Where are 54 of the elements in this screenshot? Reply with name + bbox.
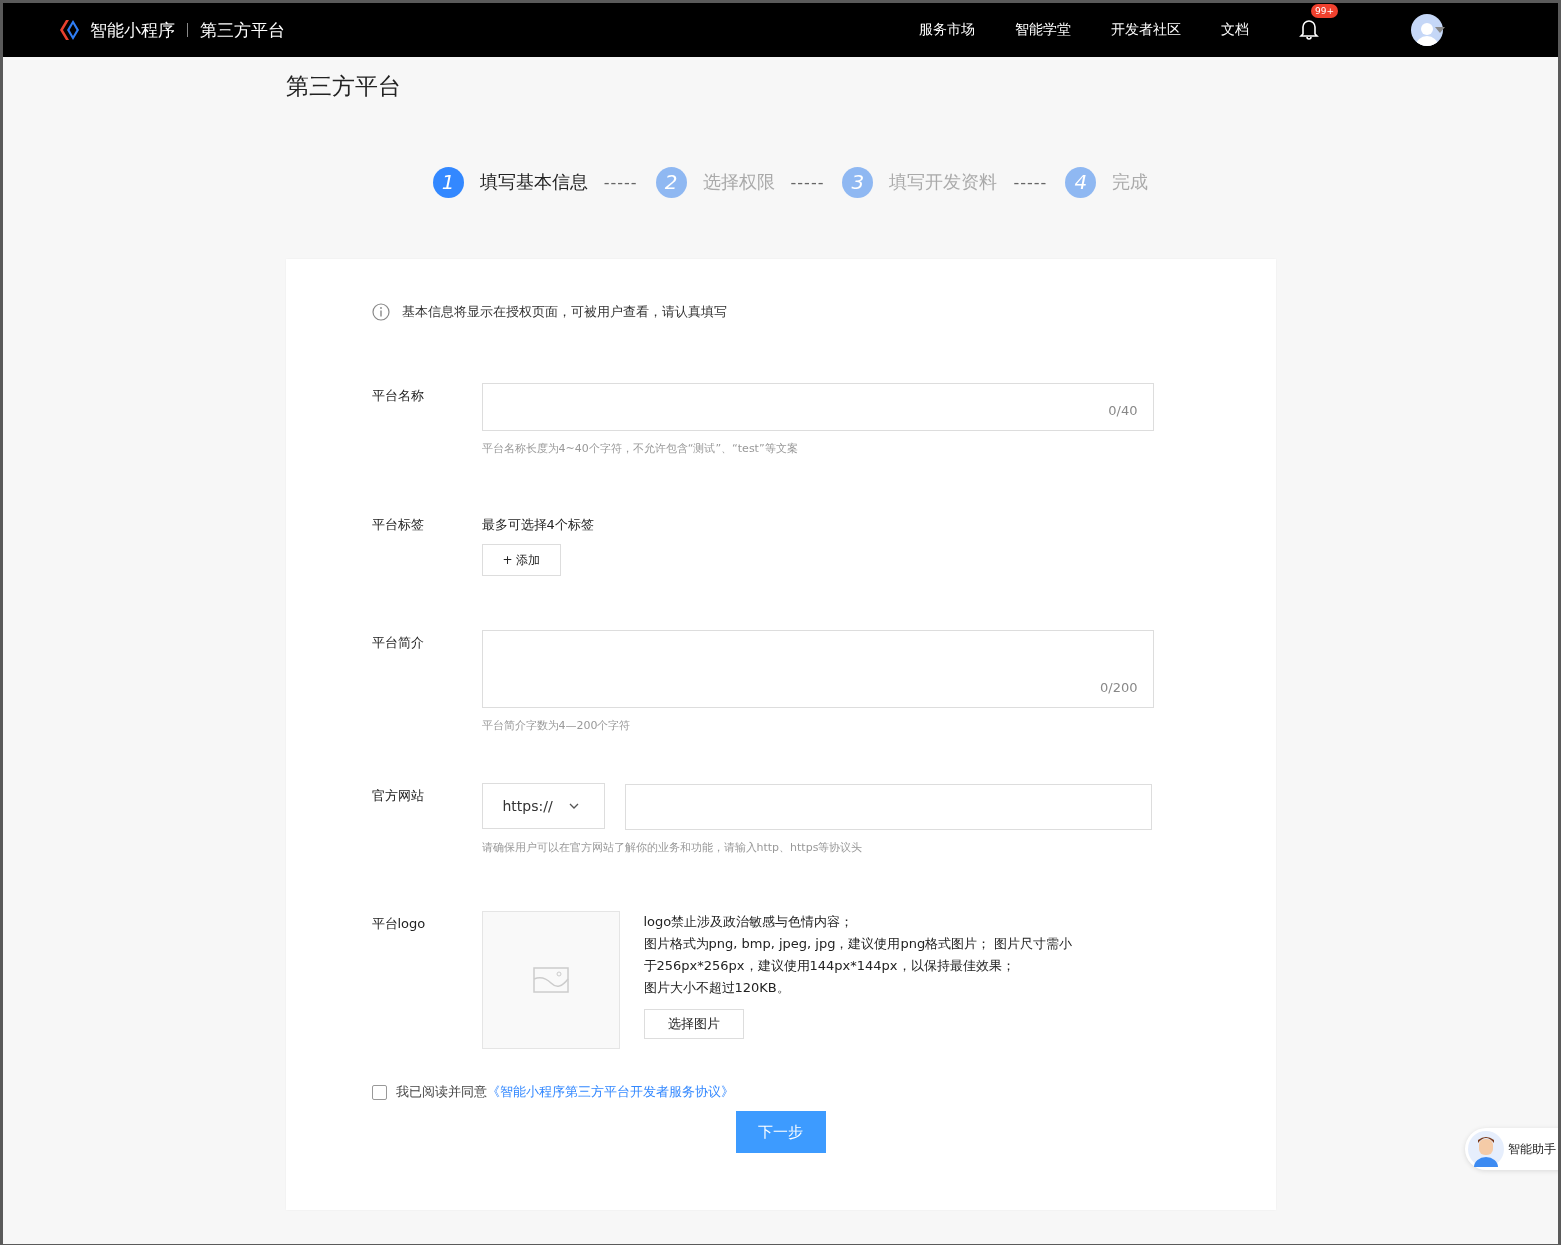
nav-link[interactable]: 文档	[1221, 21, 1249, 39]
logo-icon	[58, 19, 82, 41]
logo-rule: 图片大小不超过120KB。	[643, 979, 791, 997]
avatar[interactable]	[1411, 14, 1443, 46]
logo-rule: 图片格式为png, bmp, jpeg, jpg，建议使用png格式图片； 图片尺寸需小	[643, 935, 1073, 953]
step-number: 4	[1065, 166, 1097, 198]
step-number: 1	[432, 166, 464, 198]
agree-checkbox[interactable]	[371, 1084, 387, 1100]
field-hint: 请确保用户可以在官方网站了解你的业务和功能，请输入http、https等协议头	[481, 840, 864, 855]
page-title: 第三方平台	[285, 72, 402, 101]
step-connector: -----	[1013, 172, 1048, 192]
field-hint: 平台简介字数为4—200个字符	[481, 718, 632, 733]
step-label: 填写开发资料	[889, 170, 998, 194]
product-name: 第三方平台	[200, 18, 285, 42]
step-label: 选择权限	[702, 170, 775, 194]
assistant-label: 智能助手	[1508, 1140, 1556, 1158]
website-input[interactable]	[624, 784, 1152, 830]
nav-link[interactable]: 智能学堂	[1015, 21, 1071, 39]
logo-rule: logo禁止涉及政治敏感与色情内容；	[643, 913, 855, 931]
step-label: 填写基本信息	[479, 170, 588, 194]
field-hint: 平台名称长度为4~40个字符，不允许包含“测试”、“test”等文案	[481, 441, 799, 456]
info-icon	[371, 303, 390, 321]
add-tag-button[interactable]: + 添加	[481, 544, 562, 576]
notice-text: 基本信息将显示在授权页面，可被用户查看，请认真填写	[401, 303, 727, 321]
brand-name: 智能小程序	[90, 18, 175, 42]
step-number: 3	[842, 166, 874, 198]
choose-image-button[interactable]: 选择图片	[643, 1009, 744, 1039]
assistant-widget[interactable]: 智能助手	[1465, 1128, 1558, 1170]
intro-textarea[interactable]: 0/200	[481, 630, 1154, 708]
bell-icon[interactable]	[1299, 18, 1319, 40]
char-counter: 0/200	[1100, 680, 1138, 695]
field-label: 平台标签	[371, 516, 425, 534]
name-input[interactable]: 0/40	[481, 383, 1154, 431]
agreement-text: 我已阅读并同意	[395, 1083, 487, 1101]
caret-icon[interactable]	[1435, 27, 1445, 33]
step-connector: -----	[790, 172, 825, 192]
field-label: 平台名称	[371, 387, 425, 405]
nav-link[interactable]: 开发者社区	[1111, 21, 1181, 39]
step-connector: -----	[603, 172, 638, 192]
protocol-select[interactable]: https://	[481, 783, 605, 829]
field-label: 官方网站	[371, 787, 425, 805]
logo-rule: 于256px*256px，建议使用144px*144px，以保持最佳效果；	[643, 957, 1016, 975]
notification-badge: 99+	[1311, 4, 1338, 18]
char-counter: 0/40	[1108, 403, 1138, 418]
nav-link[interactable]: 服务市场	[919, 21, 975, 39]
assistant-figure-icon	[1468, 1131, 1504, 1167]
step-number: 2	[655, 166, 687, 198]
tags-note: 最多可选择4个标签	[481, 516, 595, 534]
field-label: 平台logo	[371, 915, 427, 933]
step-label: 完成	[1112, 170, 1149, 194]
field-label: 平台简介	[371, 634, 425, 652]
image-icon	[532, 967, 569, 993]
chevron-down-icon	[568, 803, 579, 809]
agreement-link[interactable]: 《智能小程序第三方平台开发者服务协议》	[486, 1083, 734, 1101]
